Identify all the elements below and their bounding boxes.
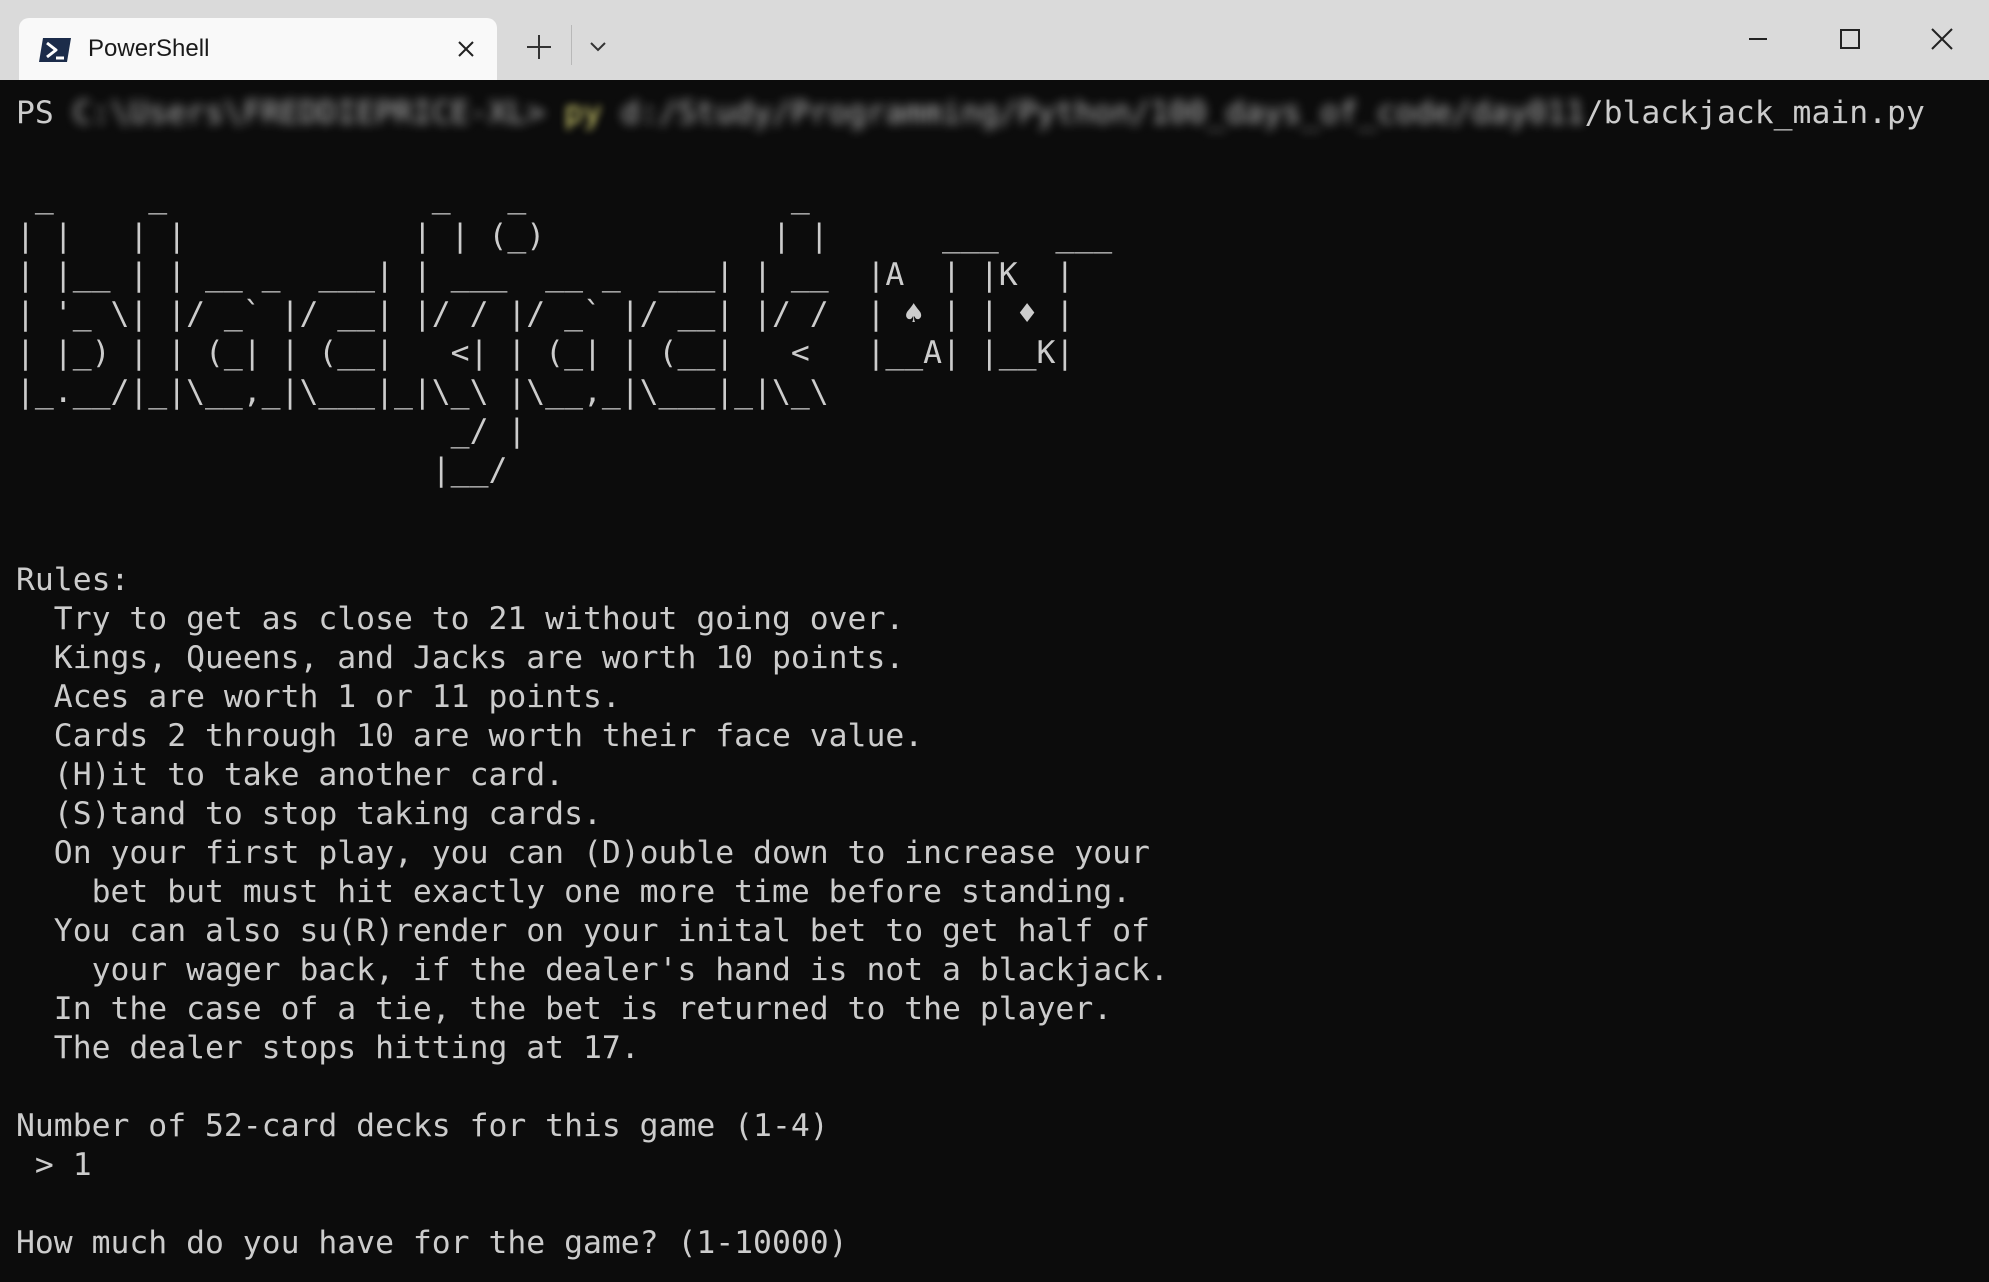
rule-line: Try to get as close to 21 without going … <box>16 601 905 637</box>
rule-line: On your first play, you can (D)ouble dow… <box>16 835 1150 871</box>
rule-line: your wager back, if the dealer's hand is… <box>16 952 1169 988</box>
title-bar: PowerShell <box>0 0 1989 80</box>
rule-line: Cards 2 through 10 are worth their face … <box>16 718 924 754</box>
rule-line: (S)tand to stop taking cards. <box>16 796 602 832</box>
prompt-command-blurred: py <box>564 95 602 131</box>
maximize-icon[interactable] <box>1827 16 1873 62</box>
rule-line: bet but must hit exactly one more time b… <box>16 874 1132 910</box>
terminal-window: PowerShell PS C:\Users\FREDDIEPRICE-XL> … <box>0 0 1989 1282</box>
tab-close-icon[interactable] <box>451 34 481 64</box>
script-dir-blurred: d:/Study/Programming/Python/100_days_of_… <box>620 95 1585 131</box>
money-question: How much do you have for the game? (1-10… <box>16 1225 848 1261</box>
tab-title: PowerShell <box>88 35 210 62</box>
script-name: /blackjack_main.py <box>1584 95 1925 131</box>
tab-powershell[interactable]: PowerShell <box>19 18 497 80</box>
prompt-path-blurred: C:\Users\FREDDIEPRICE-XL> <box>72 95 546 131</box>
rule-line: In the case of a tie, the bet is returne… <box>16 991 1113 1027</box>
window-close-icon[interactable] <box>1919 16 1965 62</box>
rule-line: (H)it to take another card. <box>16 757 565 793</box>
prompt-ps: PS <box>16 95 54 131</box>
minimize-icon[interactable] <box>1735 16 1781 62</box>
blackjack-ascii-art: _ _ _ _ _ | | | | | | (_) | | ___ ___ | … <box>16 179 1113 488</box>
decks-question: Number of 52-card decks for this game (1… <box>16 1108 829 1144</box>
rule-line: Aces are worth 1 or 11 points. <box>16 679 621 715</box>
rules-heading: Rules: <box>16 562 130 598</box>
terminal-output[interactable]: PS C:\Users\FREDDIEPRICE-XL> py d:/Study… <box>0 80 1989 1282</box>
powershell-icon <box>39 38 71 62</box>
rule-line: The dealer stops hitting at 17. <box>16 1030 640 1066</box>
chevron-down-icon[interactable] <box>586 34 610 58</box>
rule-line: You can also su(R)render on your inital … <box>16 913 1150 949</box>
prompt-line: PS C:\Users\FREDDIEPRICE-XL> py d:/Study… <box>16 94 1925 133</box>
decks-answer: > 1 <box>16 1147 92 1183</box>
tab-separator <box>571 25 572 65</box>
rule-line: Kings, Queens, and Jacks are worth 10 po… <box>16 640 905 676</box>
new-tab-plus-icon[interactable] <box>522 30 556 64</box>
